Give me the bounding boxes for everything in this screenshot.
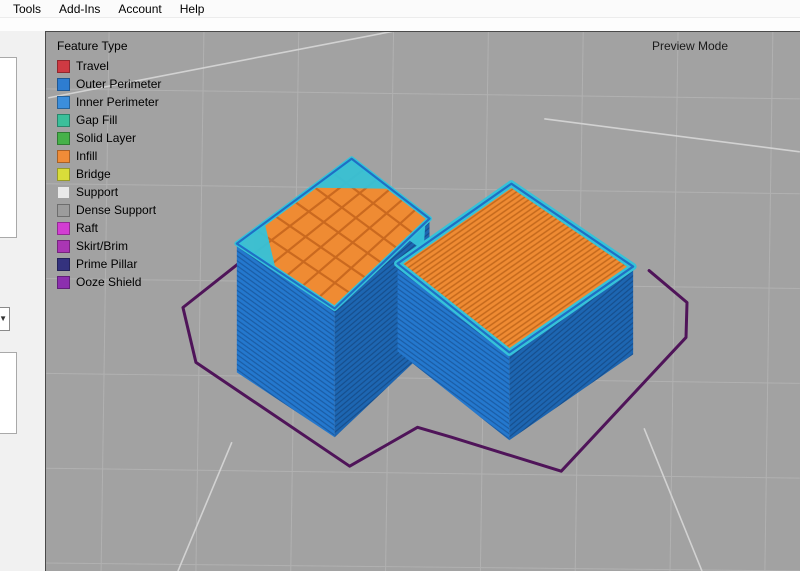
legend-label: Bridge: [76, 167, 111, 181]
legend-title: Feature Type: [57, 39, 161, 53]
legend-item-bridge: Bridge: [57, 165, 161, 183]
legend-swatch: [57, 60, 70, 73]
legend-swatch: [57, 114, 70, 127]
menu-tools[interactable]: Tools: [4, 2, 50, 16]
dropdown-fragment[interactable]: ▼: [0, 307, 10, 331]
left-panel-cropped: ▼: [0, 31, 45, 571]
viewport-3d[interactable]: Feature Type Travel Outer Perimeter Inne…: [45, 31, 800, 571]
legend-swatch: [57, 168, 70, 181]
legend-item-infill: Infill: [57, 147, 161, 165]
legend-swatch: [57, 132, 70, 145]
legend-label: Inner Perimeter: [76, 95, 159, 109]
menu-bar: Tools Add-Ins Account Help: [0, 0, 800, 18]
preview-mode-label: Preview Mode: [652, 39, 728, 53]
legend-item-ooze-shield: Ooze Shield: [57, 273, 161, 291]
legend-swatch: [57, 78, 70, 91]
legend-label: Support: [76, 185, 118, 199]
legend-item-skirt-brim: Skirt/Brim: [57, 237, 161, 255]
chevron-down-icon: ▼: [0, 315, 7, 323]
legend-item-support: Support: [57, 183, 161, 201]
legend-item-raft: Raft: [57, 219, 161, 237]
legend-item-travel: Travel: [57, 57, 161, 75]
legend-label: Outer Perimeter: [76, 77, 161, 91]
legend-item-gap-fill: Gap Fill: [57, 111, 161, 129]
legend-label: Infill: [76, 149, 97, 163]
legend-label: Raft: [76, 221, 98, 235]
legend-item-prime-pillar: Prime Pillar: [57, 255, 161, 273]
legend-swatch: [57, 150, 70, 163]
panel-box-fragment[interactable]: [0, 352, 17, 434]
toolbar-strip: [0, 18, 800, 31]
legend-item-outer-perimeter: Outer Perimeter: [57, 75, 161, 93]
legend-label: Dense Support: [76, 203, 156, 217]
feature-type-legend: Feature Type Travel Outer Perimeter Inne…: [57, 39, 161, 291]
menu-add-ins[interactable]: Add-Ins: [50, 2, 109, 16]
legend-label: Ooze Shield: [76, 275, 141, 289]
menu-account[interactable]: Account: [109, 2, 170, 16]
legend-label: Gap Fill: [76, 113, 117, 127]
legend-swatch: [57, 258, 70, 271]
legend-label: Solid Layer: [76, 131, 136, 145]
legend-swatch: [57, 222, 70, 235]
legend-item-dense-support: Dense Support: [57, 201, 161, 219]
legend-label: Prime Pillar: [76, 257, 137, 271]
legend-label: Travel: [76, 59, 109, 73]
legend-swatch: [57, 96, 70, 109]
legend-label: Skirt/Brim: [76, 239, 128, 253]
legend-item-inner-perimeter: Inner Perimeter: [57, 93, 161, 111]
list-box-fragment[interactable]: [0, 57, 17, 238]
legend-swatch: [57, 204, 70, 217]
legend-swatch: [57, 240, 70, 253]
app-window: Tools Add-Ins Account Help ▼: [0, 0, 800, 571]
model-cube-right[interactable]: [398, 184, 634, 441]
menu-help[interactable]: Help: [171, 2, 214, 16]
legend-swatch: [57, 186, 70, 199]
legend-swatch: [57, 276, 70, 289]
legend-item-solid-layer: Solid Layer: [57, 129, 161, 147]
